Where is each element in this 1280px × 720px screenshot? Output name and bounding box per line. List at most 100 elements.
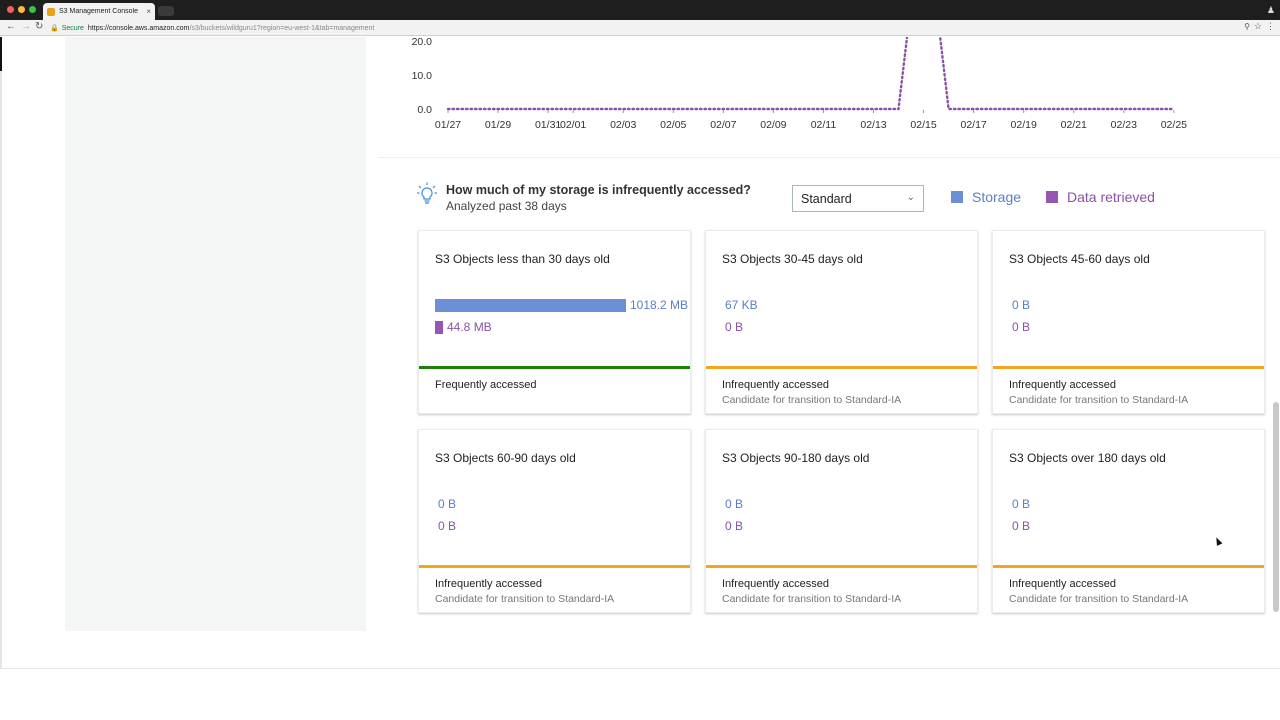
card-title: S3 Objects less than 30 days old bbox=[435, 252, 610, 266]
storage-value: 1018.2 MB bbox=[630, 298, 689, 312]
storage-bar bbox=[435, 298, 626, 312]
storage-row: 0 B bbox=[725, 496, 743, 512]
access-substatus: Candidate for transition to Standard-IA bbox=[722, 593, 902, 605]
tab-close-icon[interactable]: × bbox=[146, 7, 151, 16]
status-stripe bbox=[993, 366, 1264, 369]
access-status: Infrequently accessed bbox=[1009, 379, 1117, 391]
retrieved-row: 0 B bbox=[438, 518, 456, 534]
question-subtitle: Analyzed past 38 days bbox=[446, 199, 567, 213]
tab-title: S3 Management Console bbox=[59, 8, 138, 15]
x-tick-label: 02/01 bbox=[560, 119, 586, 131]
storage-value: 0 B bbox=[438, 497, 457, 511]
age-card-lt30: S3 Objects less than 30 days old 1018.2 … bbox=[418, 230, 691, 414]
y-tick-label: 20.0 bbox=[412, 37, 433, 48]
storage-value: 0 B bbox=[1012, 497, 1031, 511]
retrieved-row: 0 B bbox=[1012, 518, 1030, 534]
x-tick-label: 02/25 bbox=[1161, 119, 1187, 131]
access-substatus: Candidate for transition to Standard-IA bbox=[1009, 593, 1189, 605]
x-tick-label: 01/29 bbox=[485, 119, 511, 131]
x-tick-label: 02/17 bbox=[960, 119, 986, 131]
x-tick-label: 02/05 bbox=[660, 119, 686, 131]
x-tick-label: 01/31 bbox=[535, 119, 561, 131]
storage-row: 0 B bbox=[1012, 297, 1030, 313]
maximize-window-button[interactable] bbox=[29, 6, 36, 13]
back-icon[interactable]: ← bbox=[6, 21, 16, 32]
x-tick-label: 02/09 bbox=[760, 119, 786, 131]
access-substatus: Candidate for transition to Standard-IA bbox=[435, 593, 615, 605]
x-tick-label: 02/23 bbox=[1111, 119, 1137, 131]
x-tick-label: 02/03 bbox=[610, 119, 636, 131]
storage-class-value: Standard bbox=[801, 191, 852, 206]
age-card-90-180: S3 Objects 90-180 days old 0 B 0 B Infre… bbox=[705, 429, 978, 613]
retrieved-row: 44.8 MB bbox=[435, 319, 492, 335]
reload-icon[interactable]: ↻ bbox=[35, 21, 43, 32]
access-status: Infrequently accessed bbox=[435, 578, 543, 590]
retrieved-row: 0 B bbox=[725, 518, 743, 534]
profile-icon[interactable]: ♟ bbox=[1267, 5, 1275, 16]
status-stripe bbox=[706, 565, 977, 568]
x-tick-label: 02/15 bbox=[910, 119, 936, 131]
footer bbox=[0, 669, 1280, 720]
x-tick-label: 01/27 bbox=[435, 119, 461, 131]
storage-value: 0 B bbox=[725, 497, 744, 511]
x-tick-label: 02/11 bbox=[811, 119, 837, 131]
card-title: S3 Objects over 180 days old bbox=[1009, 451, 1166, 465]
browser-tab[interactable]: S3 Management Console × bbox=[43, 3, 155, 20]
page-content: 20.0 10.0 0.0 01/27 01/29 01/31 02/01 02/03 02/0… bbox=[0, 37, 1280, 668]
card-title: S3 Objects 30-45 days old bbox=[722, 252, 863, 266]
sidebar-panel bbox=[65, 37, 366, 631]
forward-icon[interactable]: → bbox=[21, 21, 31, 32]
retrieved-value: 0 B bbox=[1012, 519, 1031, 533]
left-edge bbox=[0, 37, 2, 668]
retrieved-value: 44.8 MB bbox=[447, 320, 492, 334]
y-tick-label: 10.0 bbox=[412, 70, 433, 82]
status-stripe bbox=[419, 565, 690, 568]
access-status: Frequently accessed bbox=[435, 379, 537, 391]
retrieved-row: 0 B bbox=[1012, 319, 1030, 335]
y-tick-label: 0.0 bbox=[417, 104, 432, 116]
retrieved-bar bbox=[435, 320, 443, 334]
storage-swatch bbox=[951, 191, 963, 203]
legend-retrieved-label: Data retrieved bbox=[1067, 189, 1155, 205]
menu-icon[interactable]: ⋮ bbox=[1266, 21, 1275, 32]
page-scrollbar[interactable] bbox=[1273, 402, 1279, 612]
retrieved-value: 0 B bbox=[1012, 320, 1031, 334]
storage-row: 0 B bbox=[438, 496, 456, 512]
x-tick-label: 02/19 bbox=[1011, 119, 1037, 131]
new-tab-button[interactable] bbox=[158, 6, 174, 16]
zoom-icon[interactable]: ⚲ bbox=[1244, 22, 1250, 31]
url-secure-label: Secure bbox=[61, 24, 84, 32]
storage-class-select[interactable]: Standard ⌄ bbox=[792, 185, 924, 212]
retrieved-swatch bbox=[1046, 191, 1058, 203]
access-status: Infrequently accessed bbox=[722, 578, 830, 590]
minimize-window-button[interactable] bbox=[18, 6, 25, 13]
storage-value: 0 B bbox=[1012, 298, 1031, 312]
close-window-button[interactable] bbox=[7, 6, 14, 13]
requests-chart: 20.0 10.0 0.0 01/27 01/29 01/31 02/01 02/03 02/0… bbox=[400, 37, 1200, 147]
retrieved-value: 0 B bbox=[725, 519, 744, 533]
address-bar: ← → ↻ 🔒 Secure https://console.aws.amazo… bbox=[0, 20, 1280, 36]
age-card-60-90: S3 Objects 60-90 days old 0 B 0 B Infreq… bbox=[418, 429, 691, 613]
x-tick-label: 02/07 bbox=[710, 119, 736, 131]
age-card-gt180: S3 Objects over 180 days old 0 B 0 B Inf… bbox=[992, 429, 1265, 613]
browser-titlebar: S3 Management Console × ♟ bbox=[0, 0, 1280, 20]
retrieved-value: 0 B bbox=[438, 519, 457, 533]
legend-storage-label: Storage bbox=[972, 189, 1022, 205]
storage-row: 1018.2 MB bbox=[435, 297, 688, 313]
question-title: How much of my storage is infrequently a… bbox=[446, 183, 751, 197]
access-substatus: Candidate for transition to Standard-IA bbox=[1009, 394, 1189, 406]
lightbulb-icon bbox=[417, 182, 437, 204]
retrieved-row: 0 B bbox=[725, 319, 743, 335]
chevron-down-icon: ⌄ bbox=[906, 192, 915, 203]
data-retrieved-line bbox=[446, 37, 1176, 111]
storage-row: 0 B bbox=[1012, 496, 1030, 512]
chart-svg: 20.0 10.0 0.001/27 01/29 01/3102/01 02/03 02/0… bbox=[412, 37, 1187, 131]
star-icon[interactable]: ☆ bbox=[1254, 21, 1262, 32]
access-status: Infrequently accessed bbox=[722, 379, 830, 391]
aws-favicon-icon bbox=[47, 7, 55, 16]
storage-value: 67 KB bbox=[725, 298, 758, 312]
card-title: S3 Objects 45-60 days old bbox=[1009, 252, 1150, 266]
age-card-45-60: S3 Objects 45-60 days old 0 B 0 B Infreq… bbox=[992, 230, 1265, 414]
status-stripe bbox=[706, 366, 977, 369]
url-field[interactable]: 🔒 Secure https://console.aws.amazon.com … bbox=[50, 22, 374, 34]
